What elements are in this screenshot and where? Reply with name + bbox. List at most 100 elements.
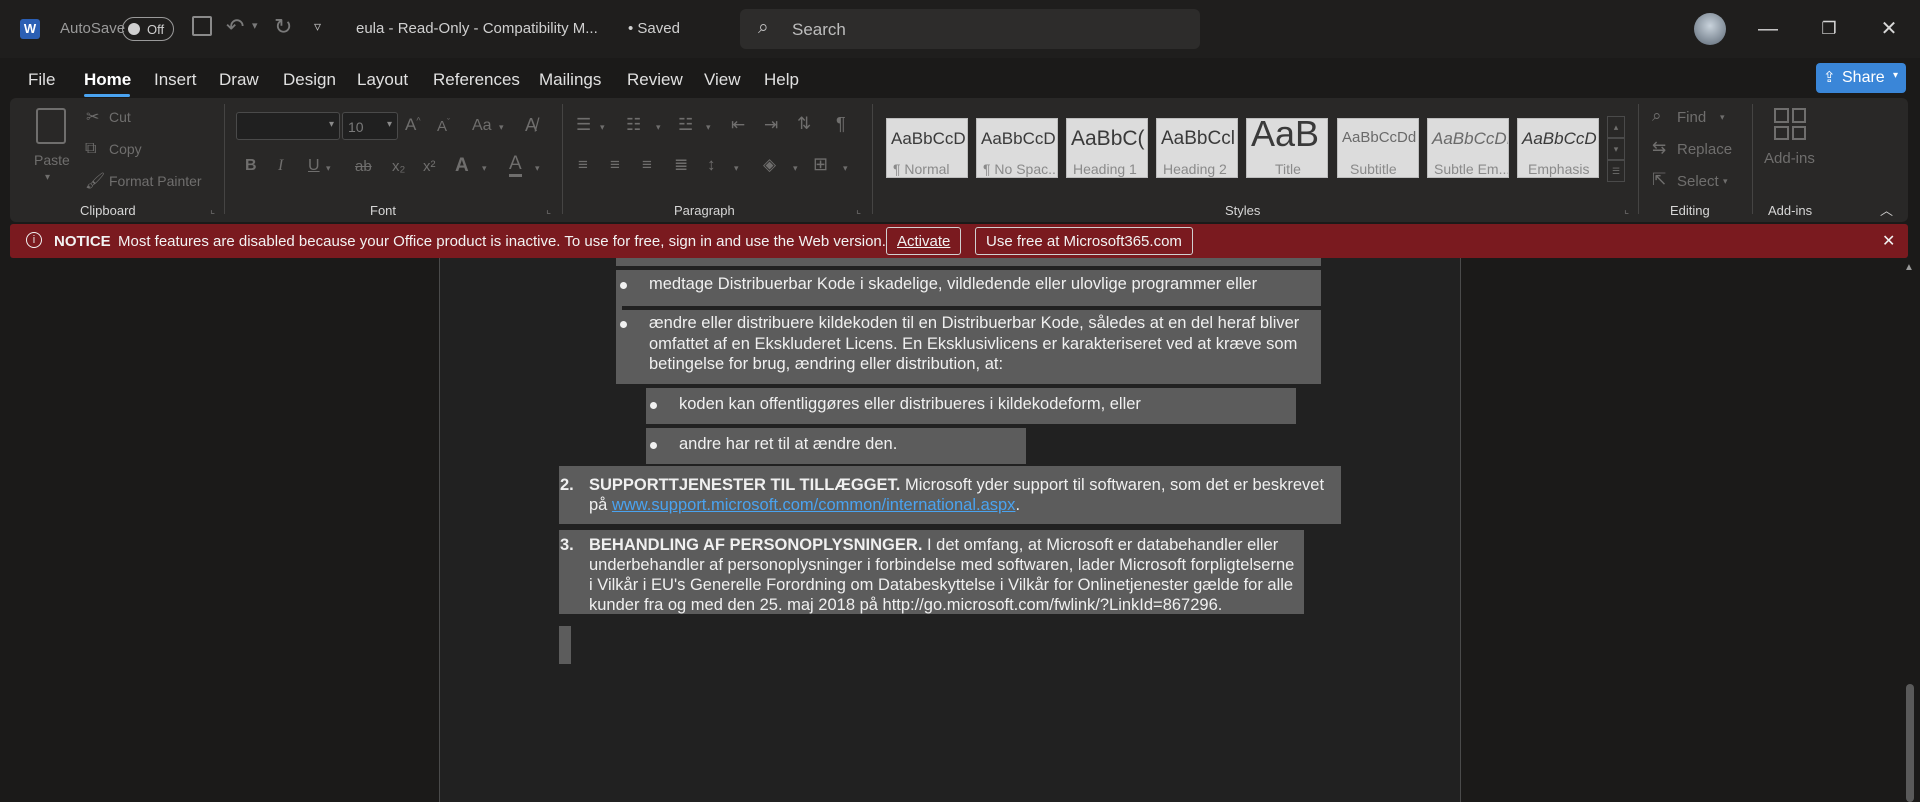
menu-home[interactable]: Home	[84, 70, 131, 90]
avatar[interactable]	[1694, 13, 1726, 45]
menu-file[interactable]: File	[28, 70, 55, 90]
style-subtle-emphasis[interactable]: AaBbCcDı Subtle Em...	[1427, 118, 1509, 178]
style-heading-2[interactable]: AaBbCcl Heading 2	[1156, 118, 1238, 178]
select-button[interactable]: Select	[1677, 173, 1719, 190]
styles-scroll-up-icon[interactable]: ▴	[1607, 116, 1625, 138]
copy-button[interactable]: Copy	[109, 141, 142, 157]
paste-dropdown-icon[interactable]: ▾	[45, 172, 50, 183]
multilevel-list-dropdown-icon[interactable]: ▾	[706, 122, 711, 133]
strikethrough-button[interactable]: ab	[355, 158, 372, 175]
menu-design[interactable]: Design	[283, 70, 336, 90]
borders-dropdown-icon[interactable]: ▾	[843, 163, 848, 174]
shading-dropdown-icon[interactable]: ▾	[793, 163, 798, 174]
italic-button[interactable]: I	[278, 157, 283, 175]
autosave-toggle[interactable]: Off	[122, 17, 174, 41]
document-page[interactable]: medtage Distribuerbar Kode i skadelige, …	[439, 258, 1461, 802]
replace-button[interactable]: Replace	[1677, 141, 1732, 158]
style-normal[interactable]: AaBbCcD ¶ Normal	[886, 118, 968, 178]
line-spacing-icon[interactable]: ↕	[707, 155, 716, 175]
find-button[interactable]: Find	[1677, 109, 1706, 126]
font-color-dropdown-icon[interactable]: ▾	[535, 163, 540, 174]
bullets-icon[interactable]: ☰	[576, 115, 591, 135]
decrease-indent-icon[interactable]: ⇤	[731, 115, 745, 135]
scrollbar-thumb[interactable]	[1906, 684, 1914, 802]
line-spacing-dropdown-icon[interactable]: ▾	[734, 163, 739, 174]
restore-icon[interactable]: ❐	[1818, 18, 1840, 40]
underline-button[interactable]: U	[308, 157, 320, 175]
style-emphasis[interactable]: AaBbCcD Emphasis	[1517, 118, 1599, 178]
share-button[interactable]: ⇪ Share ▾	[1816, 63, 1906, 93]
numbering-icon[interactable]: ☷	[626, 115, 641, 135]
paste-button[interactable]: Paste	[34, 152, 70, 168]
clear-formatting-icon[interactable]: A̸	[525, 115, 537, 136]
customize-toolbar-icon[interactable]: ▿	[314, 18, 321, 35]
font-size-dropdown[interactable]: 10 ▾	[342, 112, 398, 140]
styles-scroll-down-icon[interactable]: ▾	[1607, 138, 1625, 160]
show-formatting-icon[interactable]: ¶	[836, 114, 846, 135]
text-effects-icon[interactable]: A	[455, 155, 469, 177]
activate-button[interactable]: Activate	[886, 227, 962, 255]
grow-font-icon[interactable]: A^	[405, 115, 421, 135]
font-name-dropdown[interactable]: ▾	[236, 112, 340, 140]
menu-view[interactable]: View	[704, 70, 741, 90]
scroll-up-icon[interactable]: ▲	[1904, 262, 1914, 273]
text-effects-dropdown-icon[interactable]: ▾	[482, 163, 487, 174]
styles-launcher-icon[interactable]: ⌞	[1624, 203, 1629, 216]
subscript-button[interactable]: x₂	[392, 158, 405, 175]
font-color-icon[interactable]: A	[509, 154, 522, 177]
align-left-icon[interactable]: ≡	[578, 155, 588, 175]
save-icon[interactable]	[192, 16, 212, 36]
font-launcher-icon[interactable]: ⌞	[546, 203, 551, 216]
menu-layout[interactable]: Layout	[357, 70, 408, 90]
style-title[interactable]: AaB Title	[1246, 118, 1328, 178]
change-case-dropdown-icon[interactable]: ▾	[499, 122, 504, 133]
clipboard-launcher-icon[interactable]: ⌞	[210, 203, 215, 216]
style-no-spacing[interactable]: AaBbCcD ¶ No Spac...	[976, 118, 1058, 178]
align-center-icon[interactable]: ≡	[610, 155, 620, 175]
bullets-dropdown-icon[interactable]: ▾	[600, 122, 605, 133]
add-ins-icon[interactable]	[1774, 108, 1806, 140]
justify-icon[interactable]: ≣	[674, 155, 688, 175]
superscript-button[interactable]: x²	[423, 158, 436, 175]
underline-dropdown-icon[interactable]: ▾	[326, 163, 331, 174]
redo-icon[interactable]: ↻	[274, 14, 292, 40]
change-case-button[interactable]: Aa	[472, 117, 492, 135]
list-number: 2.	[560, 476, 574, 494]
find-dropdown-icon[interactable]: ▾	[1720, 112, 1725, 123]
add-ins-button[interactable]: Add-ins	[1764, 150, 1815, 167]
menu-review[interactable]: Review	[627, 70, 683, 90]
numbering-dropdown-icon[interactable]: ▾	[656, 122, 661, 133]
search-input[interactable]: Search	[792, 20, 846, 40]
collapse-ribbon-icon[interactable]: ︿	[1880, 200, 1893, 219]
document-title[interactable]: eula - Read-Only - Compatibility M...	[356, 20, 598, 37]
undo-dropdown-icon[interactable]: ▾	[252, 19, 258, 32]
menu-references[interactable]: References	[433, 70, 520, 90]
menu-help[interactable]: Help	[764, 70, 799, 90]
bold-button[interactable]: B	[245, 157, 257, 175]
support-link[interactable]: www.support.microsoft.com/common/interna…	[612, 496, 1016, 514]
search-box[interactable]: ⌕ Search	[740, 9, 1200, 49]
style-heading-1[interactable]: AaBbC(Heading 1	[1066, 118, 1148, 178]
style-subtitle[interactable]: AaBbCcDd Subtitle	[1337, 118, 1419, 178]
align-right-icon[interactable]: ≡	[642, 155, 652, 175]
format-painter-button[interactable]: Format Painter	[109, 173, 202, 189]
menu-insert[interactable]: Insert	[154, 70, 197, 90]
shading-icon[interactable]: ◈	[763, 155, 776, 175]
cut-button[interactable]: Cut	[109, 109, 131, 125]
sort-icon[interactable]: ⇅	[797, 114, 811, 134]
styles-more-icon[interactable]: ☰	[1607, 160, 1625, 182]
multilevel-list-icon[interactable]: ☳	[678, 115, 693, 135]
menu-mailings[interactable]: Mailings	[539, 70, 601, 90]
menu-draw[interactable]: Draw	[219, 70, 259, 90]
minimize-icon[interactable]: —	[1757, 18, 1779, 40]
close-icon[interactable]: ✕	[1882, 231, 1895, 251]
select-dropdown-icon[interactable]: ▾	[1723, 176, 1728, 187]
borders-icon[interactable]: ⊞	[813, 154, 828, 175]
paragraph-launcher-icon[interactable]: ⌞	[856, 203, 861, 216]
increase-indent-icon[interactable]: ⇥	[764, 115, 778, 135]
paste-icon[interactable]	[36, 108, 66, 144]
shrink-font-icon[interactable]: Aˇ	[437, 117, 450, 135]
undo-icon[interactable]: ↶	[226, 14, 244, 40]
use-free-button[interactable]: Use free at Microsoft365.com	[975, 227, 1193, 255]
close-icon[interactable]: ✕	[1878, 18, 1900, 40]
